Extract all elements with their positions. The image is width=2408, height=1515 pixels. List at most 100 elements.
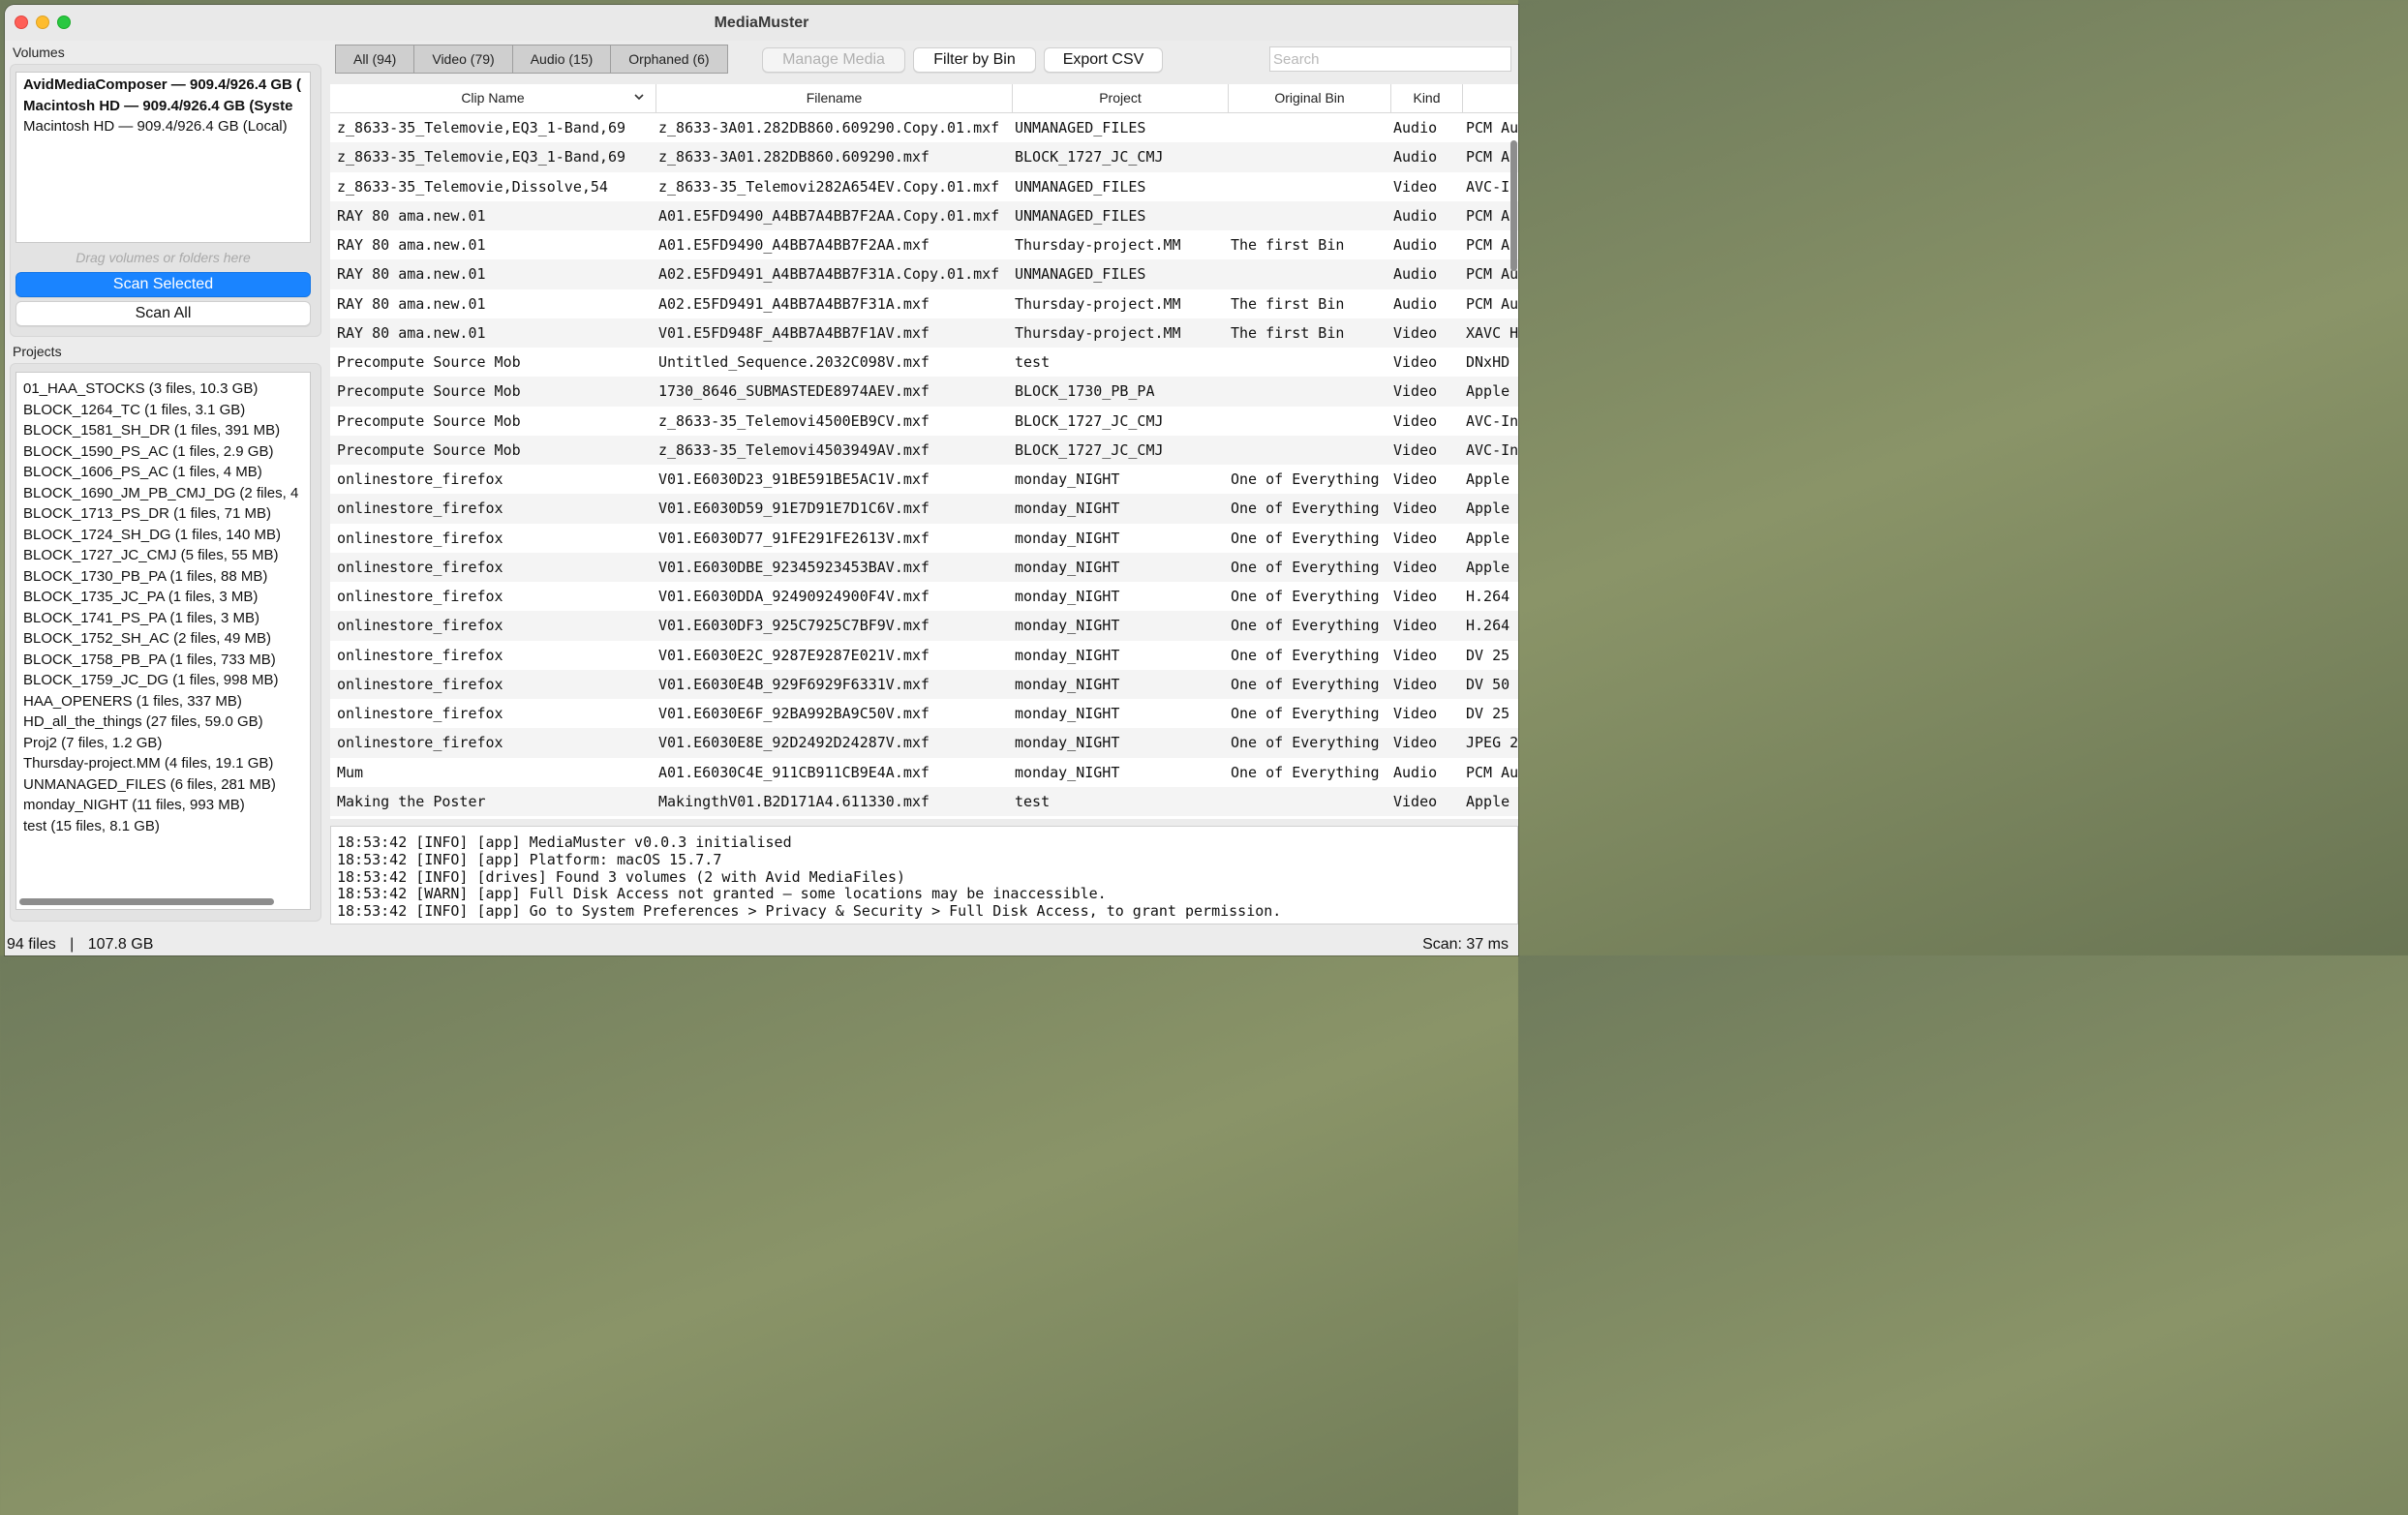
column-header-kind[interactable]: Kind bbox=[1391, 84, 1463, 113]
cell-kind: Video bbox=[1393, 588, 1438, 605]
cell-clip-name: Precompute Source Mob bbox=[337, 353, 521, 371]
scan-all-button[interactable]: Scan All bbox=[15, 301, 311, 326]
projects-list[interactable]: 01_HAA_STOCKS (3 files, 10.3 GB) BLOCK_12… bbox=[15, 372, 311, 910]
chevron-down-icon[interactable] bbox=[632, 90, 646, 104]
project-item[interactable]: 01_HAA_STOCKS (3 files, 10.3 GB) bbox=[16, 379, 310, 400]
export-csv-button[interactable]: Export CSV bbox=[1044, 47, 1163, 73]
projects-horizontal-scrollbar[interactable] bbox=[19, 898, 274, 905]
column-header-codec[interactable] bbox=[1463, 84, 1518, 113]
project-item[interactable]: BLOCK_1759_JC_DG (1 files, 998 MB) bbox=[16, 670, 310, 691]
project-item[interactable]: BLOCK_1724_SH_DG (1 files, 140 MB) bbox=[16, 525, 310, 546]
table-row[interactable]: Precompute Source Mob z_8633-35_Telemovi4… bbox=[330, 407, 1518, 436]
table-row[interactable]: z_8633-35_Telemovie,EQ3_1-Band,69 z_8633-… bbox=[330, 142, 1518, 172]
cell-original-bin bbox=[1231, 348, 1389, 377]
minimize-window-button[interactable] bbox=[36, 15, 49, 29]
project-item[interactable]: HAA_OPENERS (1 files, 337 MB) bbox=[16, 691, 310, 712]
log-line: 18:53:42 [INFO] [app] Go to System Prefe… bbox=[337, 902, 1282, 921]
search-input[interactable] bbox=[1269, 46, 1511, 72]
cell-filename: z_8633-35_Telemovi4503949AV.mxf bbox=[658, 440, 930, 459]
table-row[interactable]: Precompute Source Mob 1730_8646_SUBMASTED… bbox=[330, 377, 1518, 407]
table-row[interactable]: z_8633-35_Telemovie,Dissolve,54 z_8633-35… bbox=[330, 172, 1518, 201]
cell-project: test bbox=[1015, 353, 1051, 371]
table-row[interactable]: onlinestore_firefox V01.E6030D77_91FE291F… bbox=[330, 524, 1518, 553]
project-item[interactable]: BLOCK_1713_PS_DR (1 files, 71 MB) bbox=[16, 503, 310, 525]
project-item[interactable]: BLOCK_1741_PS_PA (1 files, 3 MB) bbox=[16, 608, 310, 629]
volume-item[interactable]: Macintosh HD — 909.4/926.4 GB (Syste bbox=[16, 96, 310, 117]
zoom-window-button[interactable] bbox=[57, 15, 71, 29]
table-row[interactable]: Precompute Source Mob z_8633-35_Telemovi4… bbox=[330, 435, 1518, 465]
project-item[interactable]: monday_NIGHT (11 files, 993 MB) bbox=[16, 795, 310, 816]
log-line: 18:53:42 [INFO] [drives] Found 3 volumes… bbox=[337, 867, 905, 886]
cell-original-bin: One of Everything bbox=[1231, 529, 1380, 547]
cell-clip-name: onlinestore_firefox bbox=[337, 529, 503, 547]
project-item[interactable]: BLOCK_1758_PB_PA (1 files, 733 MB) bbox=[16, 650, 310, 671]
project-item[interactable]: UNMANAGED_FILES (6 files, 281 MB) bbox=[16, 774, 310, 796]
project-item[interactable]: test (15 files, 8.1 GB) bbox=[16, 816, 310, 837]
cell-original-bin bbox=[1231, 407, 1389, 436]
tab-orphaned[interactable]: Orphaned (6) bbox=[611, 45, 726, 73]
cell-project: UNMANAGED_FILES bbox=[1015, 177, 1146, 196]
filter-by-bin-button[interactable]: Filter by Bin bbox=[913, 47, 1036, 73]
column-header-project[interactable]: Project bbox=[1013, 84, 1229, 113]
project-item[interactable]: BLOCK_1581_SH_DR (1 files, 391 MB) bbox=[16, 420, 310, 441]
column-header-original-bin[interactable]: Original Bin bbox=[1229, 84, 1391, 113]
project-item[interactable]: Thursday-project.MM (4 files, 19.1 GB) bbox=[16, 753, 310, 774]
cell-filename: V01.E6030DF3_925C7925C7BF9V.mxf bbox=[658, 617, 930, 635]
table-row[interactable]: onlinestore_firefox V01.E6030DF3_925C7925… bbox=[330, 611, 1518, 641]
tab-all[interactable]: All (94) bbox=[336, 45, 415, 73]
table-row[interactable]: Precompute Source Mob Untitled_Sequence.2… bbox=[330, 348, 1518, 377]
project-item[interactable]: BLOCK_1606_PS_AC (1 files, 4 MB) bbox=[16, 462, 310, 483]
cell-codec: AVC-In bbox=[1466, 440, 1518, 459]
status-total-size: 107.8 GB bbox=[87, 936, 154, 953]
cell-clip-name: Mum bbox=[337, 763, 364, 781]
table-row[interactable]: RAY 80 ama.new.01 A02.E5FD9491_A4BB7A4BB7… bbox=[330, 259, 1518, 289]
project-item[interactable]: BLOCK_1690_JM_PB_CMJ_DG (2 files, 4 bbox=[16, 483, 310, 504]
project-item[interactable]: Proj2 (7 files, 1.2 GB) bbox=[16, 733, 310, 754]
column-header-clip-name[interactable]: Clip Name bbox=[330, 84, 656, 113]
volume-item[interactable]: AvidMediaComposer — 909.4/926.4 GB ( bbox=[16, 75, 310, 96]
project-item[interactable]: BLOCK_1752_SH_AC (2 files, 49 MB) bbox=[16, 628, 310, 650]
project-item[interactable]: BLOCK_1727_JC_CMJ (5 files, 55 MB) bbox=[16, 545, 310, 566]
table-row[interactable]: onlinestore_firefox V01.E6030D23_91BE591B… bbox=[330, 465, 1518, 494]
cell-codec: DV 50 bbox=[1466, 675, 1510, 693]
manage-media-button[interactable]: Manage Media bbox=[762, 47, 905, 73]
table-row[interactable]: RAY 80 ama.new.01 A02.E5FD9491_A4BB7A4BB7… bbox=[330, 289, 1518, 318]
cell-original-bin: One of Everything bbox=[1231, 617, 1380, 635]
project-item[interactable]: HD_all_the_things (27 files, 59.0 GB) bbox=[16, 712, 310, 733]
status-bar: 94 files | 107.8 GB Scan: 37 ms bbox=[5, 925, 1518, 955]
table-row[interactable]: RAY 80 ama.new.01 V01.E5FD948F_A4BB7A4BB7… bbox=[330, 318, 1518, 348]
column-header-filename[interactable]: Filename bbox=[656, 84, 1013, 113]
table-row[interactable]: onlinestore_firefox V01.E6030E8E_92D2492D… bbox=[330, 728, 1518, 758]
close-window-button[interactable] bbox=[15, 15, 28, 29]
table-row[interactable]: onlinestore_firefox V01.E6030D59_91E7D91E… bbox=[330, 494, 1518, 524]
table-row[interactable]: onlinestore_firefox V01.E6030DDA_92490924… bbox=[330, 582, 1518, 611]
table-row[interactable]: Mum A01.E6030C4E_911CB911CB9E4A.mxf monday… bbox=[330, 758, 1518, 787]
cell-codec: Apple bbox=[1466, 500, 1510, 518]
volume-item[interactable]: Macintosh HD — 909.4/926.4 GB (Local) bbox=[16, 116, 310, 137]
cell-original-bin bbox=[1231, 201, 1389, 230]
cell-original-bin bbox=[1231, 787, 1389, 816]
cell-filename: V01.E6030D59_91E7D91E7D1C6V.mxf bbox=[658, 500, 930, 518]
tab-audio[interactable]: Audio (15) bbox=[513, 45, 612, 73]
table-row[interactable]: RAY 80 ama.new.01 A01.E5FD9490_A4BB7A4BB7… bbox=[330, 200, 1518, 230]
table-row[interactable]: z_8633-35_Telemovie,EQ3_1-Band,69 z_8633-… bbox=[330, 113, 1518, 142]
scan-selected-button[interactable]: Scan Selected bbox=[15, 272, 311, 297]
project-item[interactable]: BLOCK_1735_JC_PA (1 files, 3 MB) bbox=[16, 587, 310, 608]
project-item[interactable]: BLOCK_1264_TC (1 files, 3.1 GB) bbox=[16, 400, 310, 421]
cell-clip-name: onlinestore_firefox bbox=[337, 500, 503, 518]
cell-codec: DNxHD bbox=[1466, 353, 1510, 371]
project-item[interactable]: BLOCK_1590_PS_AC (1 files, 2.9 GB) bbox=[16, 441, 310, 463]
cell-kind: Audio bbox=[1393, 148, 1438, 167]
table-row[interactable]: RAY 80 ama.new.01 A01.E5FD9490_A4BB7A4BB7… bbox=[330, 230, 1518, 259]
table-row[interactable]: onlinestore_firefox V01.E6030E4B_929F6929… bbox=[330, 669, 1518, 699]
table-row[interactable]: onlinestore_firefox V01.E6030E2C_9287E928… bbox=[330, 641, 1518, 670]
table-vertical-scrollbar[interactable] bbox=[1510, 140, 1517, 271]
project-item[interactable]: BLOCK_1730_PB_PA (1 files, 88 MB) bbox=[16, 566, 310, 588]
cell-project: UNMANAGED_FILES bbox=[1015, 206, 1146, 225]
table-row[interactable]: onlinestore_firefox V01.E6030E6F_92BA992B… bbox=[330, 699, 1518, 728]
tab-video[interactable]: Video (79) bbox=[414, 45, 513, 73]
volumes-list[interactable]: AvidMediaComposer — 909.4/926.4 GB (Maci… bbox=[15, 72, 311, 243]
table-row[interactable]: Making the Poster MakingthV01.B2D171A4.61… bbox=[330, 786, 1518, 816]
table-row[interactable]: onlinestore_firefox V01.E6030DBE_92345923… bbox=[330, 552, 1518, 582]
cell-original-bin bbox=[1231, 142, 1389, 171]
